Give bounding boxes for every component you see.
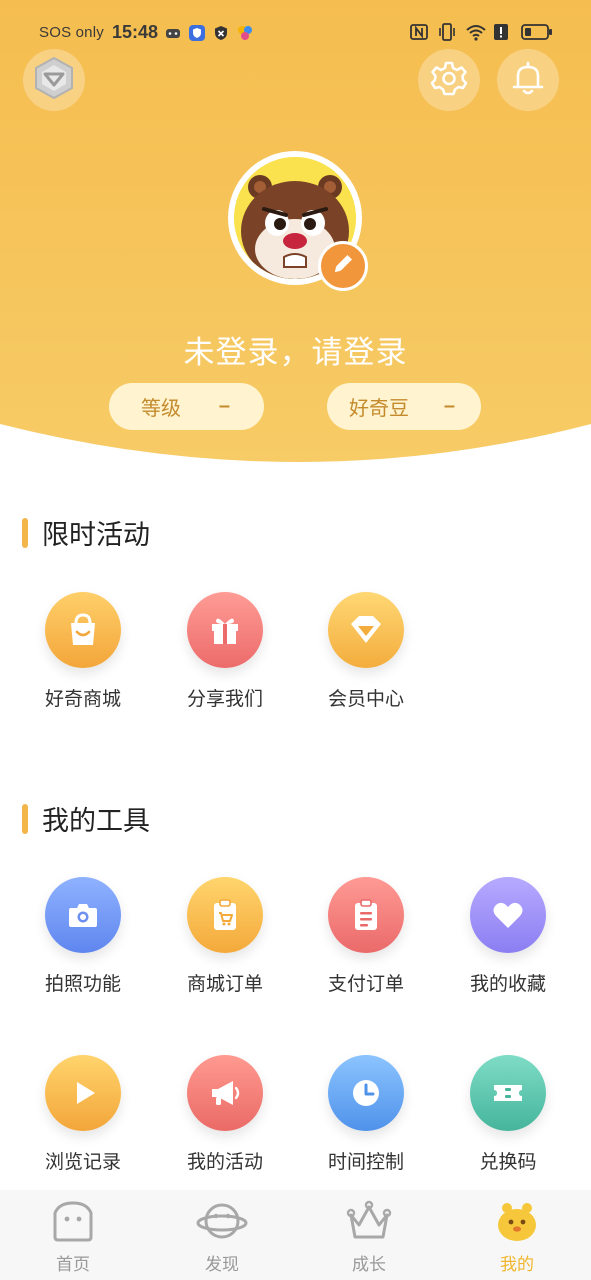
clock-time: 15:48 xyxy=(111,22,159,42)
planet-icon xyxy=(195,1198,249,1244)
play-icon xyxy=(45,1055,121,1131)
grid-item-membership[interactable]: 会员中心 xyxy=(311,592,421,711)
megaphone-icon xyxy=(187,1055,263,1131)
mall-label: 好奇商城 xyxy=(44,689,121,710)
nav-mine-label: 我的 xyxy=(500,1255,534,1274)
my-activities-label: 我的活动 xyxy=(186,1152,263,1173)
nav-discover-label: 发现 xyxy=(205,1255,239,1274)
gift-icon xyxy=(187,592,263,668)
activities-title-text: 限时活动 xyxy=(42,520,150,550)
payment-orders-label: 支付订单 xyxy=(327,974,404,995)
status-bar: SOS only 15:48 xyxy=(0,18,591,48)
shopping-bag-icon xyxy=(45,592,121,668)
grid-item-payment-orders[interactable]: 支付订单 xyxy=(311,877,421,996)
bell-icon xyxy=(510,59,546,102)
nav-growth-label: 成长 xyxy=(352,1255,386,1274)
gear-icon xyxy=(430,59,468,102)
cart-clipboard-icon xyxy=(187,877,263,953)
nav-discover[interactable]: 发现 xyxy=(167,1198,277,1275)
crown-icon xyxy=(342,1198,396,1244)
alert-icon xyxy=(493,22,513,42)
security-app-icon xyxy=(212,24,230,42)
battery-icon xyxy=(521,22,553,42)
membership-label: 会员中心 xyxy=(327,689,404,710)
level-badge-button[interactable] xyxy=(23,49,85,111)
grid-item-camera[interactable]: 拍照功能 xyxy=(28,877,138,996)
heart-icon xyxy=(470,877,546,953)
clock-icon xyxy=(328,1055,404,1131)
wifi-icon xyxy=(465,22,486,42)
grid-item-favorites[interactable]: 我的收藏 xyxy=(453,877,563,996)
payment-clipboard-icon xyxy=(328,877,404,953)
grid-item-my-activities[interactable]: 我的活动 xyxy=(170,1055,280,1174)
grid-item-mall[interactable]: 好奇商城 xyxy=(28,592,138,711)
nav-mine[interactable]: 我的 xyxy=(462,1198,572,1275)
sos-status-text: SOS only xyxy=(39,24,104,41)
silver-diamond-badge-icon xyxy=(31,55,77,106)
level-label: 等级 xyxy=(141,398,181,420)
ticket-icon xyxy=(470,1055,546,1131)
camera-label: 拍照功能 xyxy=(44,974,121,995)
home-face-icon xyxy=(46,1198,100,1244)
pencil-icon xyxy=(330,251,356,282)
nav-home[interactable]: 首页 xyxy=(18,1198,128,1275)
section-accent-bar xyxy=(22,803,28,834)
redeem-code-label: 兑换码 xyxy=(479,1152,537,1173)
bottom-navigation: 首页 发现 成长 我的 xyxy=(0,1190,591,1280)
grid-item-share[interactable]: 分享我们 xyxy=(170,592,280,711)
vibrate-icon xyxy=(437,22,457,42)
tools-title-text: 我的工具 xyxy=(42,806,150,836)
nav-growth[interactable]: 成长 xyxy=(314,1198,424,1275)
game-controller-icon xyxy=(164,24,182,42)
curiosity-beans-pill[interactable]: 好奇豆 – xyxy=(327,383,481,430)
level-pill[interactable]: 等级 – xyxy=(109,383,264,430)
grid-item-mall-orders[interactable]: 商城订单 xyxy=(170,877,280,996)
beans-value: – xyxy=(443,395,455,417)
grid-item-time-control[interactable]: 时间控制 xyxy=(311,1055,421,1174)
mascot-icon xyxy=(490,1198,544,1244)
mall-orders-label: 商城订单 xyxy=(186,974,263,995)
nfc-icon xyxy=(409,22,429,42)
camera-icon xyxy=(45,877,121,953)
notifications-button[interactable] xyxy=(497,49,559,111)
beans-label: 好奇豆 xyxy=(349,398,409,420)
edit-avatar-button[interactable] xyxy=(318,241,368,291)
section-accent-bar xyxy=(22,517,28,548)
share-label: 分享我们 xyxy=(186,689,263,710)
colorful-app-icon xyxy=(236,24,254,42)
favorites-label: 我的收藏 xyxy=(469,974,546,995)
nav-home-label: 首页 xyxy=(56,1255,90,1274)
shield-app-icon xyxy=(188,24,206,42)
grid-item-history[interactable]: 浏览记录 xyxy=(28,1055,138,1174)
level-value: – xyxy=(218,395,230,417)
time-control-label: 时间控制 xyxy=(327,1152,404,1173)
tools-section-title: 我的工具 xyxy=(22,799,150,838)
diamond-icon xyxy=(328,592,404,668)
history-label: 浏览记录 xyxy=(44,1152,121,1173)
activities-section-title: 限时活动 xyxy=(22,513,150,552)
settings-button[interactable] xyxy=(418,49,480,111)
login-prompt[interactable]: 未登录，请登录 xyxy=(0,327,591,372)
grid-item-redeem-code[interactable]: 兑换码 xyxy=(453,1055,563,1174)
